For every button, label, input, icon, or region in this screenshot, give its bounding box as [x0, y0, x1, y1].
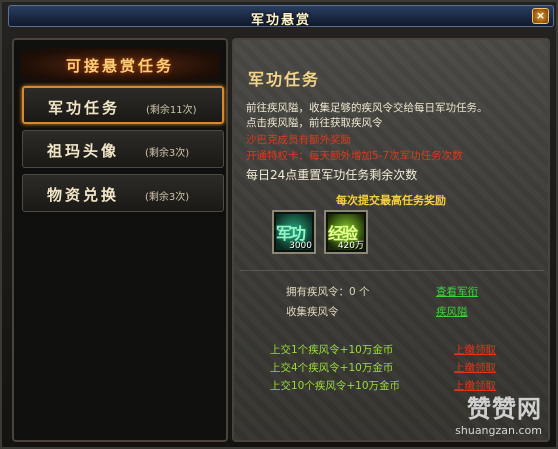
- hand-in-option: 上交10个疾风令+10万金币: [270, 380, 401, 392]
- task-item-zuma-avatar[interactable]: 祖玛头像 (剩余3次): [22, 130, 224, 168]
- task-item-military-merit[interactable]: 军功任务 (剩余11次): [22, 86, 224, 124]
- hand-in-button[interactable]: 上缴领取: [454, 360, 496, 375]
- bonus-note-privilege: 开通特权卡：每天额外增加5-7次军功任务次数: [246, 150, 463, 162]
- watermark-url: shuangzan.com: [455, 424, 542, 437]
- title-bar[interactable]: 军功悬赏 ×: [8, 5, 554, 28]
- quest-window: 军功悬赏 × 可接悬赏任务 军功任务 (剩余11次) 祖玛头像 (剩余3次) 物…: [0, 0, 558, 449]
- hand-in-button[interactable]: 上缴领取: [454, 342, 496, 357]
- reward-slot-exp[interactable]: 经验 420万: [324, 210, 368, 254]
- section-divider: [240, 270, 544, 271]
- task-item-remaining: (剩余3次): [145, 192, 190, 203]
- task-item-remaining: (剩余3次): [145, 148, 190, 159]
- reward-title: 每次提交最高任务奖励: [336, 194, 446, 207]
- task-description-1: 前往疾风隘，收集足够的疾风令交给每日军功任务。: [246, 102, 488, 114]
- bonus-note-guild: 沙巴克成员有额外奖励: [246, 134, 351, 146]
- hand-in-option: 上交1个疾风令+10万金币: [270, 344, 394, 356]
- owned-token-count: 拥有疾风令：0 个: [286, 286, 370, 298]
- task-item-remaining: (剩余11次): [146, 105, 197, 116]
- hand-in-option: 上交4个疾风令+10万金币: [270, 362, 394, 374]
- task-list-title: 可接悬赏任务: [65, 57, 174, 75]
- task-detail-title: 军功任务: [248, 70, 321, 89]
- task-description-2: 点击疾风隘，前往获取疾风令: [246, 117, 383, 129]
- collect-token-label: 收集疾风令: [286, 306, 339, 318]
- task-detail-panel: 军功任务 前往疾风隘，收集足够的疾风令交给每日军功任务。 点击疾风隘，前往获取疾…: [232, 38, 550, 442]
- task-list-header: 可接悬赏任务: [20, 48, 220, 82]
- close-button[interactable]: ×: [532, 8, 549, 24]
- view-rank-link[interactable]: 查看军衔: [436, 284, 478, 299]
- task-item-supply-exchange[interactable]: 物资兑换 (剩余3次): [22, 174, 224, 212]
- reward-slot-merit[interactable]: 军功 3000: [272, 210, 316, 254]
- task-item-label: 物资兑换: [47, 186, 120, 204]
- reward-qty: 3000: [289, 241, 312, 251]
- site-watermark: 赞赞网 shuangzan.com: [455, 389, 542, 437]
- window-title: 军功悬赏: [250, 13, 311, 28]
- reward-qty: 420万: [337, 241, 364, 251]
- watermark-brand: 赞赞网: [467, 395, 542, 423]
- task-item-label: 军功任务: [48, 99, 121, 117]
- collect-location-link[interactable]: 疾风隘: [436, 304, 468, 319]
- task-list-panel: 可接悬赏任务 军功任务 (剩余11次) 祖玛头像 (剩余3次) 物资兑换 (剩余…: [12, 38, 228, 442]
- task-item-label: 祖玛头像: [47, 142, 120, 160]
- reset-note: 每日24点重置军功任务剩余次数: [246, 168, 418, 182]
